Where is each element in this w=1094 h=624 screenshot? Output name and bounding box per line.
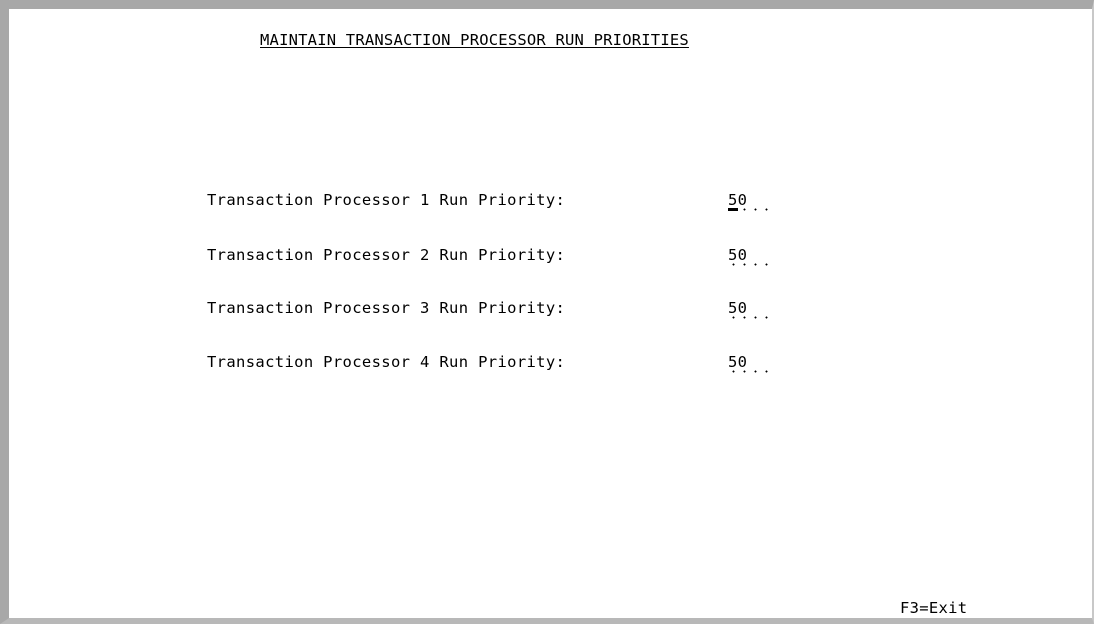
text-cursor	[728, 208, 738, 211]
priority-label-1: Transaction Processor 1 Run Priority:	[207, 191, 566, 209]
screen-title: MAINTAIN TRANSACTION PROCESSOR RUN PRIOR…	[260, 31, 689, 49]
priority-label-4: Transaction Processor 4 Run Priority:	[207, 353, 566, 371]
priority-label-2: Transaction Processor 2 Run Priority:	[207, 246, 566, 264]
priority-input-4[interactable]	[728, 351, 774, 373]
f3-exit-key[interactable]: F3=Exit	[900, 599, 967, 617]
priority-row-3: Transaction Processor 3 Run Priority:	[207, 297, 774, 319]
priority-input-3[interactable]	[728, 297, 774, 319]
priority-row-1: Transaction Processor 1 Run Priority:	[207, 189, 774, 211]
priority-input-2[interactable]	[728, 244, 774, 266]
priority-label-3: Transaction Processor 3 Run Priority:	[207, 299, 566, 317]
terminal-screen: MAINTAIN TRANSACTION PROCESSOR RUN PRIOR…	[0, 0, 1094, 624]
priority-row-4: Transaction Processor 4 Run Priority:	[207, 351, 774, 373]
priority-row-2: Transaction Processor 2 Run Priority:	[207, 244, 774, 266]
